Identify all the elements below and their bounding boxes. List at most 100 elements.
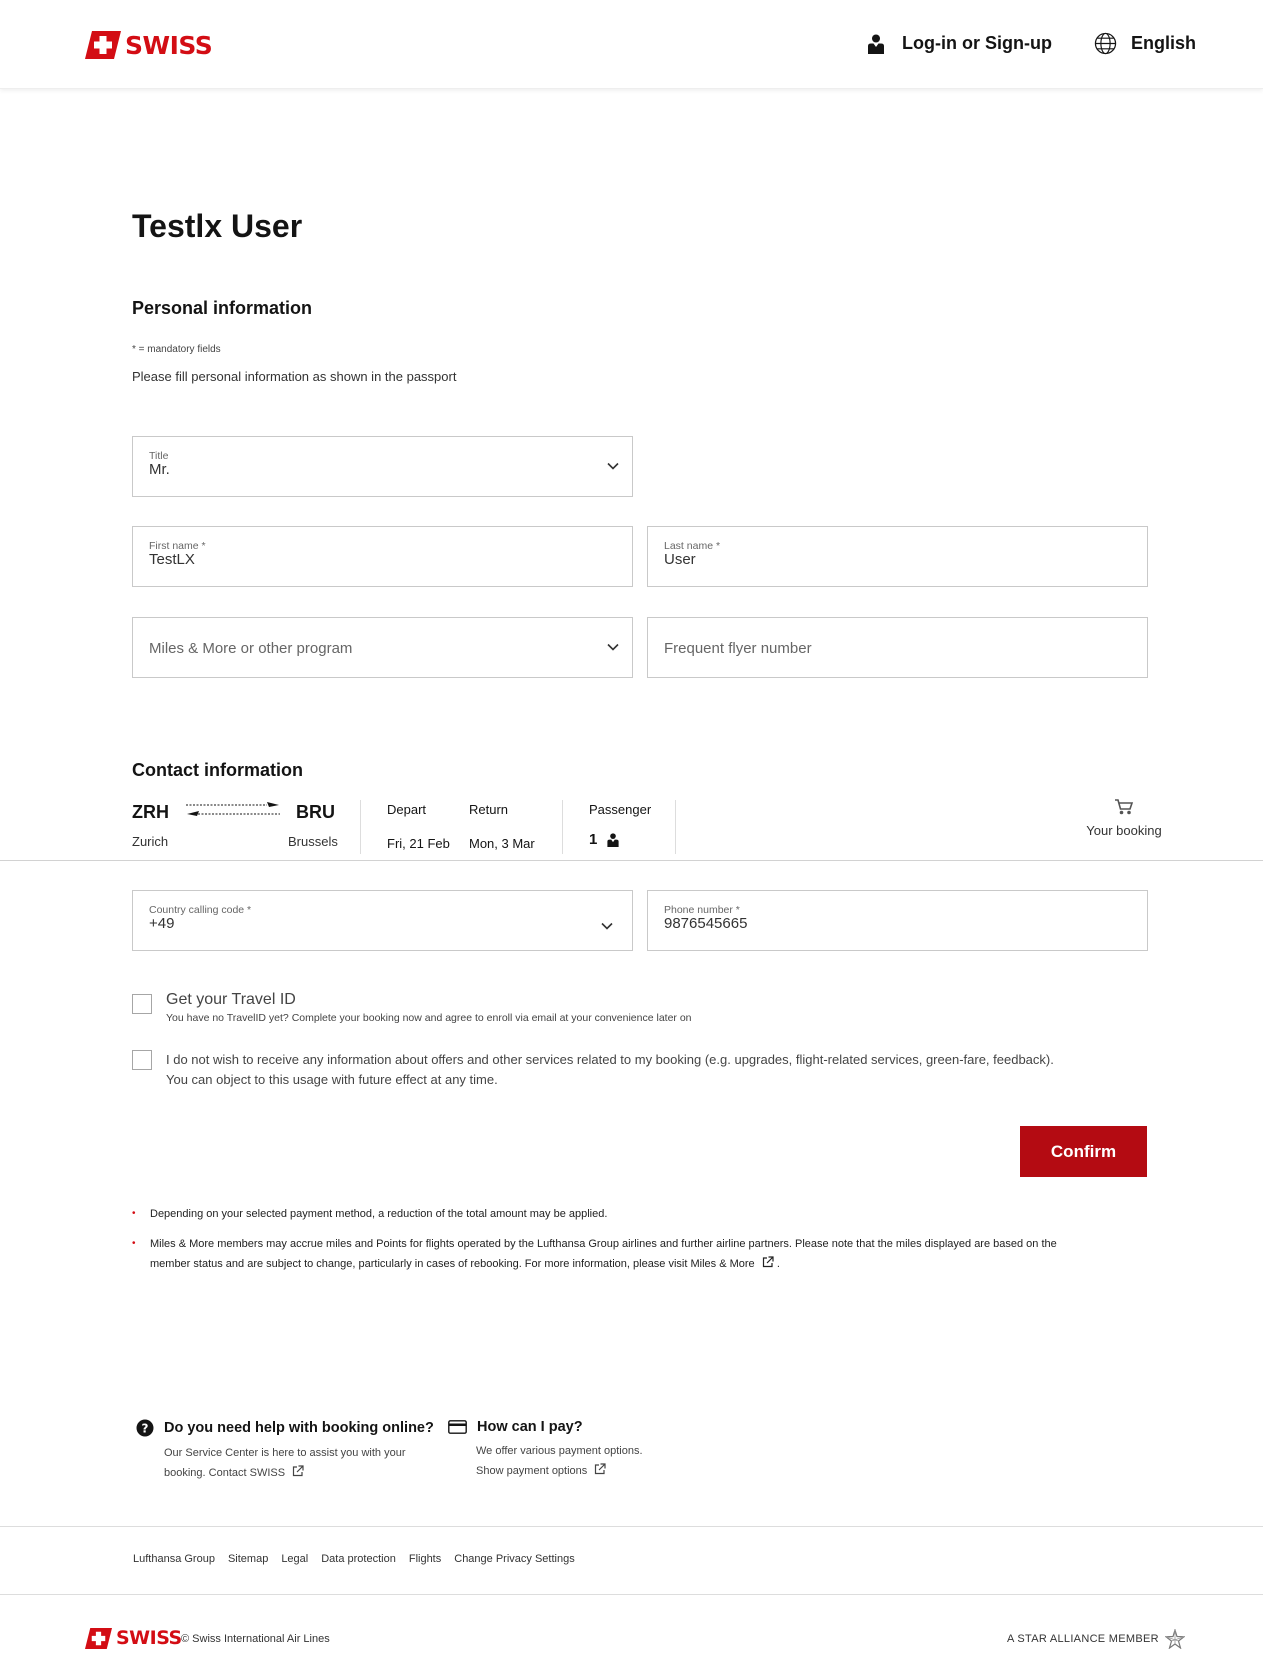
footnote-miles-line1: Miles & More members may accrue miles an… — [150, 1238, 1057, 1250]
footer-brand-name: SWISS — [116, 1627, 182, 1649]
footer-link-privacy-settings[interactable]: Change Privacy Settings — [454, 1553, 574, 1565]
bottom-bar: SWISS © Swiss International Air Lines A … — [0, 1615, 1263, 1675]
user-icon — [868, 34, 884, 54]
swiss-logo[interactable]: SWISS — [85, 30, 213, 60]
return-label: Return — [469, 802, 509, 817]
help-payment-title: How can I pay? — [477, 1419, 583, 1435]
optout-text-line2: You can object to this usage with future… — [166, 1072, 498, 1087]
optout-text-line1: I do not wish to receive any information… — [166, 1052, 1054, 1067]
frequent-flyer-placeholder: Frequent flyer number — [664, 640, 812, 657]
credit-card-icon — [448, 1420, 467, 1434]
depart-label: Depart — [387, 802, 427, 817]
brand-name: SWISS — [125, 30, 213, 60]
contact-swiss-label: Contact SWISS — [208, 1467, 286, 1479]
your-booking-label: Your booking — [1086, 823, 1162, 838]
copyright-text: © Swiss International Air Lines — [181, 1633, 330, 1645]
swiss-cross-icon — [85, 1627, 112, 1649]
footer-link-sitemap[interactable]: Sitemap — [228, 1553, 268, 1565]
help-payment-block: How can I pay? We offer various payment … — [448, 1419, 643, 1481]
help-booking-block: ? Do you need help with booking online? … — [136, 1419, 434, 1483]
passenger-icon — [607, 833, 619, 847]
travel-id-option: Get your Travel ID You have no TravelID … — [132, 991, 692, 1024]
payment-options-label: Show payment options — [476, 1465, 588, 1477]
external-link-icon — [762, 1256, 774, 1268]
origin-city: Zurich — [132, 834, 169, 849]
globe-icon — [1094, 32, 1117, 55]
footer-link-legal[interactable]: Legal — [281, 1553, 308, 1565]
payment-options-link[interactable]: Show payment options — [476, 1463, 606, 1477]
svg-text:?: ? — [142, 1422, 149, 1436]
frequent-flyer-number-field[interactable]: Frequent flyer number — [647, 617, 1148, 678]
passport-note: Please fill personal information as show… — [132, 369, 457, 384]
footer-swiss-logo[interactable]: SWISS — [85, 1627, 182, 1649]
footer-link-lufthansa-group[interactable]: Lufthansa Group — [133, 1553, 215, 1565]
loyalty-program-placeholder: Miles & More or other program — [149, 640, 353, 657]
swiss-cross-icon — [85, 31, 121, 59]
contact-info-heading: Contact information — [132, 760, 303, 780]
contact-swiss-link[interactable]: Contact SWISS — [208, 1465, 304, 1479]
depart-date: Fri, 21 Feb — [387, 836, 450, 851]
miles-and-more-link[interactable]: Miles & More — [690, 1256, 777, 1270]
help-booking-text: Our Service Center is here to assist you… — [164, 1447, 406, 1459]
last-name-field[interactable]: Last name * User — [647, 526, 1148, 587]
divider — [360, 800, 361, 854]
site-header: SWISS Log-in or Sign-up English — [0, 0, 1263, 89]
phone-number-field[interactable]: Phone number * 9876545665 — [647, 890, 1148, 951]
footnote-payment-text: Depending on your selected payment metho… — [150, 1208, 608, 1220]
cart-icon — [1115, 799, 1134, 815]
footer-link-flights[interactable]: Flights — [409, 1553, 441, 1565]
help-booking-title: Do you need help with booking online? — [164, 1420, 434, 1436]
your-booking-button[interactable]: Your booking — [1064, 798, 1184, 838]
external-link-icon — [293, 1465, 304, 1477]
last-name-value: User — [664, 551, 696, 568]
footnote-miles-line2: member status and are subject to change,… — [150, 1258, 688, 1270]
plane-icon — [186, 802, 280, 816]
title-value: Mr. — [149, 461, 170, 478]
country-calling-code-select[interactable]: Country calling code * +49 — [132, 890, 633, 951]
travel-id-title: Get your Travel ID — [166, 991, 296, 1008]
mandatory-fields-note: * = mandatory fields — [132, 344, 221, 355]
title-select[interactable]: Title Mr. — [132, 436, 633, 497]
destination-city: Brussels — [288, 834, 338, 849]
help-booking-text2: booking. — [164, 1467, 206, 1479]
passenger-count: 1 — [589, 831, 598, 848]
footnote-miles-end: . — [776, 1258, 780, 1270]
footnote-bullet: • — [132, 1208, 136, 1219]
star-alliance-badge[interactable]: A STAR ALLIANCE MEMBER — [1007, 1629, 1185, 1649]
footer-link-data-protection[interactable]: Data protection — [321, 1553, 396, 1565]
chevron-down-icon — [607, 462, 619, 470]
chevron-down-icon — [607, 643, 619, 651]
passenger-label: Passenger — [589, 802, 652, 817]
external-link-icon — [595, 1463, 606, 1475]
return-date: Mon, 3 Mar — [469, 836, 535, 851]
help-icon: ? — [136, 1419, 154, 1437]
loyalty-program-select[interactable]: Miles & More or other program — [132, 617, 633, 678]
page-title: Testlx User — [132, 208, 303, 244]
footnote-miles: • Miles & More members may accrue miles … — [132, 1234, 1142, 1274]
first-name-value: TestLX — [149, 551, 195, 568]
marketing-optout-checkbox[interactable] — [132, 1050, 152, 1070]
chevron-down-icon — [601, 922, 613, 930]
origin-code: ZRH — [132, 802, 169, 822]
confirm-button[interactable]: Confirm — [1020, 1126, 1147, 1177]
footnote-bullet: • — [132, 1238, 136, 1249]
miles-and-more-link-label: Miles & More — [690, 1258, 755, 1270]
calling-code-value: +49 — [149, 915, 175, 932]
login-signup-link[interactable]: Log-in or Sign-up — [868, 33, 1052, 54]
travel-id-description: You have no TravelID yet? Complete your … — [166, 1012, 692, 1024]
divider — [675, 800, 676, 854]
language-label: English — [1131, 33, 1197, 53]
help-payment-text: We offer various payment options. — [476, 1445, 643, 1457]
travel-id-checkbox[interactable] — [132, 994, 152, 1014]
destination-code: BRU — [296, 802, 335, 822]
login-label: Log-in or Sign-up — [902, 33, 1052, 53]
star-alliance-icon — [1164, 1629, 1185, 1649]
star-alliance-text: A STAR ALLIANCE MEMBER — [1007, 1633, 1159, 1645]
booking-summary-bar: ZRH BRU Zurich Brussels Depart Fri, 21 F… — [0, 790, 1263, 861]
phone-number-value: 9876545665 — [664, 915, 748, 932]
language-selector[interactable]: English — [1094, 32, 1196, 55]
divider — [562, 800, 563, 854]
first-name-field[interactable]: First name * TestLX — [132, 526, 633, 587]
marketing-optout-option: I do not wish to receive any information… — [132, 1050, 1054, 1090]
personal-info-heading: Personal information — [132, 298, 313, 318]
